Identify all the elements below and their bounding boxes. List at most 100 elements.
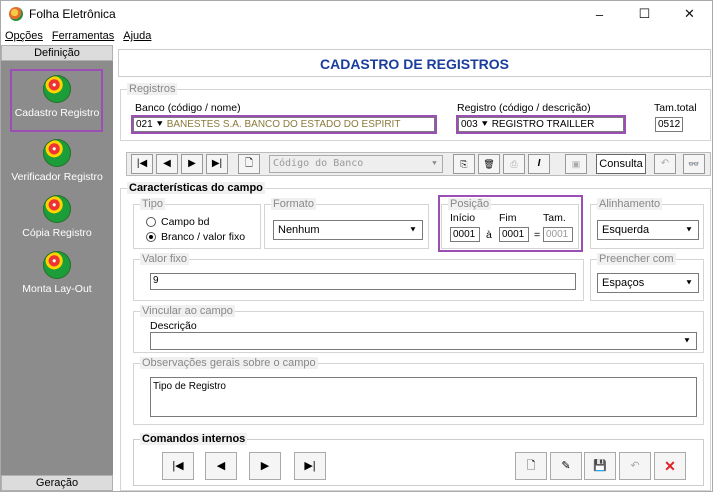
app-logo-icon [9, 7, 23, 21]
app-window: Folha Eletrônica – ☐ ✕ Opções Ferramenta… [0, 0, 713, 492]
sidebar: Definição Cadastro Registro Verificador … [1, 45, 113, 491]
maximize-button[interactable]: ☐ [622, 1, 667, 27]
window-controls: – ☐ ✕ [577, 1, 712, 27]
sidebar-item-verificador-registro[interactable]: Verificador Registro [1, 139, 113, 183]
valor-fixo-group: Valor fixo 9 [133, 253, 584, 301]
alinhamento-legend: Alinhamento [597, 198, 663, 210]
cmd-new-button[interactable]: 🗋 [515, 452, 547, 480]
sidebar-item-cadastro-registro[interactable]: Cadastro Registro [1, 75, 113, 119]
preencher-select[interactable]: Espaços ⯆ [597, 273, 699, 293]
observacoes-group: Observações gerais sobre o campo Tipo de… [133, 357, 704, 425]
cmd-edit-button[interactable]: ✎ [550, 452, 582, 480]
vincular-select[interactable]: ⯆ [150, 332, 697, 350]
formato-legend: Formato [271, 198, 316, 210]
formato-group: Formato Nenhum ⯆ [264, 198, 429, 249]
cmd-undo-button[interactable]: ↶ [619, 452, 651, 480]
save-icon[interactable]: ▣ [565, 154, 587, 174]
sidebar-item-label: Cópia Registro [22, 227, 92, 239]
dropdown-arrow-icon[interactable]: ⯆ [428, 157, 441, 171]
tipo-legend: Tipo [140, 198, 165, 210]
copy-icon[interactable]: ⎘ [453, 154, 475, 174]
globe-icon [43, 251, 71, 279]
cmd-cancel-button[interactable]: ✕ [654, 452, 686, 480]
cmd-prev-button[interactable]: ◀ [205, 452, 237, 480]
registros-group: Registros Banco (código / nome) 021 ⯆ BA… [120, 83, 711, 141]
valor-fixo-field[interactable]: 9 [150, 273, 576, 290]
alinhamento-select[interactable]: Esquerda ⯆ [597, 220, 699, 240]
valor-fixo-legend: Valor fixo [140, 253, 190, 265]
menu-ferramentas[interactable]: Ferramentas [52, 30, 114, 42]
tam-total-field[interactable]: 0512 [655, 117, 683, 132]
registro-label: Registro (código / descrição) [457, 102, 591, 114]
sidebar-footer-geracao[interactable]: Geração [1, 475, 113, 491]
radio-label: Campo bd [161, 216, 210, 228]
last-record-button[interactable]: ▶| [206, 154, 228, 174]
cmd-last-button[interactable]: ▶| [294, 452, 326, 480]
dropdown-arrow-icon[interactable]: ⯆ [682, 276, 696, 290]
banco-label: Banco (código / nome) [135, 102, 241, 114]
alinhamento-value: Esquerda [602, 224, 650, 236]
radio-dot [146, 232, 156, 242]
sidebar-item-label: Cadastro Registro [14, 107, 100, 119]
comandos-group: Comandos internos |◀ ◀ ▶ ▶| 🗋 ✎ 💾 ↶ ✕ [133, 433, 704, 486]
consulta-button[interactable]: Consulta [596, 154, 646, 174]
descricao-label: Descrição [150, 320, 197, 332]
dropdown-arrow-icon[interactable]: ⯆ [406, 223, 420, 237]
first-record-button[interactable]: |◀ [131, 154, 153, 174]
formato-value: Nenhum [278, 224, 320, 236]
alinhamento-group: Alinhamento Esquerda ⯆ [590, 198, 704, 249]
tam-total-label: Tam.total [654, 102, 697, 114]
dropdown-arrow-icon[interactable]: ⯆ [682, 223, 696, 237]
observacoes-legend: Observações gerais sobre o campo [140, 357, 318, 369]
preencher-group: Preencher com Espaços ⯆ [590, 253, 704, 301]
sidebar-item-monta-layout[interactable]: Monta Lay-Out [1, 251, 113, 295]
search-placeholder: Código do Banco [273, 158, 364, 169]
cmd-next-button[interactable]: ▶ [249, 452, 281, 480]
radio-dot [146, 217, 156, 227]
radio-campo-bd[interactable]: Campo bd [146, 216, 209, 228]
vincular-legend: Vincular ao campo [140, 305, 235, 317]
main-panel: CADASTRO DE REGISTROS Registros Banco (c… [118, 45, 713, 491]
italic-icon[interactable]: I [528, 154, 550, 174]
vincular-group: Vincular ao campo Descrição ⯆ [133, 305, 704, 353]
close-button[interactable]: ✕ [667, 1, 712, 27]
registro-highlight [456, 115, 626, 134]
undo-icon[interactable]: ↶ [654, 154, 676, 174]
tipo-group: Tipo Campo bd Branco / valor fixo [133, 198, 261, 249]
trash-icon[interactable]: 🗑 [478, 154, 500, 174]
cmd-first-button[interactable]: |◀ [162, 452, 194, 480]
caracteristicas-legend: Características do campo [127, 182, 265, 194]
sidebar-header-definicao[interactable]: Definição [1, 45, 113, 61]
sidebar-item-label: Verificador Registro [11, 171, 103, 183]
posicao-highlight [438, 195, 583, 252]
page-title: CADASTRO DE REGISTROS [118, 49, 711, 77]
comandos-legend: Comandos internos [140, 433, 248, 445]
globe-icon [43, 139, 71, 167]
preencher-legend: Preencher com [597, 253, 676, 265]
registros-legend: Registros [127, 83, 178, 95]
dropdown-arrow-icon[interactable]: ⯆ [680, 334, 694, 348]
menu-bar: Opções Ferramentas Ajuda [1, 27, 712, 45]
print-icon[interactable]: ⎙ [503, 154, 525, 174]
radio-branco-valor-fixo[interactable]: Branco / valor fixo [146, 231, 245, 243]
sidebar-item-copia-registro[interactable]: Cópia Registro [1, 195, 113, 239]
new-document-button[interactable]: 🗋 [238, 154, 260, 174]
menu-ajuda[interactable]: Ajuda [123, 30, 151, 42]
menu-opcoes[interactable]: Opções [5, 30, 43, 42]
formato-select[interactable]: Nenhum ⯆ [273, 220, 423, 240]
sidebar-item-label: Monta Lay-Out [22, 283, 92, 295]
radio-label: Branco / valor fixo [161, 231, 246, 243]
observacoes-textarea[interactable]: Tipo de Registro [150, 377, 697, 417]
minimize-button[interactable]: – [577, 1, 622, 27]
banco-highlight [131, 115, 437, 134]
banco-search-combo[interactable]: Código do Banco ⯆ [269, 155, 443, 173]
cmd-save-button[interactable]: 💾 [584, 452, 616, 480]
binoculars-icon[interactable]: 👓 [683, 154, 705, 174]
next-record-button[interactable]: ▶ [181, 154, 203, 174]
globe-icon [43, 75, 71, 103]
window-title: Folha Eletrônica [29, 7, 116, 21]
globe-icon [43, 195, 71, 223]
title-bar: Folha Eletrônica – ☐ ✕ [1, 1, 712, 27]
navigation-toolbar: |◀ ◀ ▶ ▶| 🗋 Código do Banco ⯆ ⎘ 🗑 ⎙ I ▣ … [126, 152, 711, 176]
prev-record-button[interactable]: ◀ [156, 154, 178, 174]
